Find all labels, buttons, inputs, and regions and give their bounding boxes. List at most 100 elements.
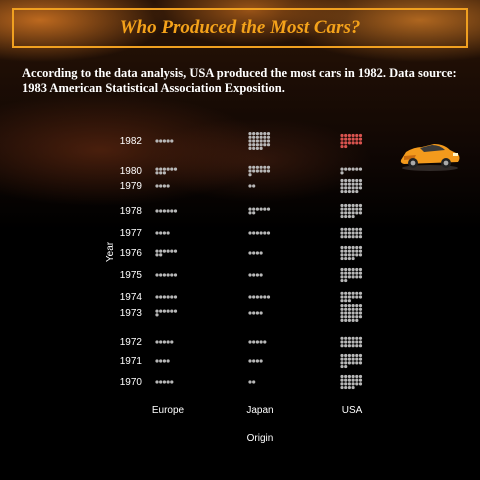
year-tick-label: 1980 <box>120 166 143 177</box>
data-dot <box>344 178 348 183</box>
data-dot <box>255 251 259 255</box>
data-dot <box>355 249 359 253</box>
data-dot <box>263 132 267 136</box>
year-tick-label: 1975 <box>120 270 143 281</box>
data-dot <box>351 245 355 250</box>
data-dot <box>358 182 363 186</box>
data-dot <box>347 231 351 235</box>
data-dot <box>355 295 359 299</box>
data-dot <box>259 169 263 173</box>
data-dot <box>340 227 344 231</box>
data-dot <box>159 273 163 277</box>
data-dot <box>358 253 363 257</box>
data-dot <box>347 203 351 208</box>
y-axis-label: Year <box>105 241 116 262</box>
data-dot <box>358 353 363 358</box>
data-dot <box>344 336 348 340</box>
data-dot <box>344 385 348 390</box>
data-dot <box>266 295 271 299</box>
data-dot <box>266 169 271 173</box>
data-dot <box>255 165 259 169</box>
data-dot <box>266 143 271 147</box>
data-dot <box>355 253 359 257</box>
data-dot <box>355 336 359 340</box>
data-dot <box>344 291 348 295</box>
data-dot <box>344 182 348 186</box>
data-dot <box>358 275 363 279</box>
data-dot <box>351 249 355 253</box>
data-dot <box>347 340 351 344</box>
data-dot <box>347 235 351 239</box>
data-dot <box>347 378 351 382</box>
data-dot <box>351 214 355 219</box>
data-dot <box>344 137 348 141</box>
data-dot <box>340 278 344 283</box>
data-dot <box>351 231 355 235</box>
data-dot <box>252 169 256 173</box>
data-dot <box>344 256 348 261</box>
data-dot <box>266 231 271 235</box>
data-dot <box>358 378 363 382</box>
data-dot <box>358 211 363 215</box>
data-dot <box>159 295 163 299</box>
year-tick-label: 1974 <box>120 292 143 303</box>
data-dot <box>155 184 159 188</box>
data-dot <box>162 359 166 363</box>
data-dot <box>252 132 256 136</box>
data-dot <box>255 359 259 363</box>
data-dot <box>155 231 159 235</box>
data-dot <box>355 357 359 361</box>
data-dot <box>355 267 359 272</box>
data-dot <box>355 318 359 322</box>
data-dot <box>155 139 159 143</box>
data-dot <box>263 231 267 235</box>
data-dot <box>166 295 170 299</box>
data-dot <box>355 271 359 275</box>
data-dot <box>266 139 271 143</box>
data-dot <box>347 167 351 171</box>
data-dot <box>340 171 344 175</box>
data-dot <box>248 211 252 215</box>
data-dot <box>340 256 344 261</box>
data-dot <box>248 146 252 150</box>
data-dot <box>340 275 344 279</box>
data-dot <box>347 385 351 390</box>
data-dot <box>344 231 348 235</box>
data-dot <box>344 357 348 361</box>
data-dot <box>248 207 252 211</box>
data-dot <box>248 132 252 136</box>
data-dot <box>259 139 263 143</box>
data-dot <box>340 211 344 215</box>
data-dot <box>159 209 163 213</box>
data-dot <box>351 304 355 308</box>
data-dot <box>162 340 166 344</box>
data-dot <box>162 380 166 384</box>
data-dot <box>340 144 344 149</box>
data-dot <box>340 318 344 322</box>
data-dot <box>355 231 359 235</box>
data-dot <box>347 318 351 322</box>
data-dot <box>248 295 252 299</box>
data-dot <box>351 267 355 272</box>
data-dot <box>263 340 267 344</box>
data-dot <box>259 146 263 150</box>
data-dot <box>340 374 344 379</box>
data-dot <box>347 304 351 308</box>
data-dot <box>358 203 363 208</box>
data-dot <box>255 146 259 150</box>
data-dot <box>355 307 359 311</box>
data-dot <box>248 165 252 169</box>
data-dot <box>351 235 355 239</box>
data-dot <box>162 231 166 235</box>
data-dot <box>347 182 351 186</box>
data-dot <box>155 309 159 313</box>
data-dot <box>340 353 344 358</box>
data-dot <box>255 135 259 139</box>
data-dot <box>351 256 355 261</box>
data-dot <box>170 295 174 299</box>
data-dot <box>159 253 163 257</box>
data-dot <box>170 209 174 213</box>
data-dot <box>259 295 263 299</box>
data-dot <box>259 165 263 169</box>
data-dot <box>340 382 344 386</box>
